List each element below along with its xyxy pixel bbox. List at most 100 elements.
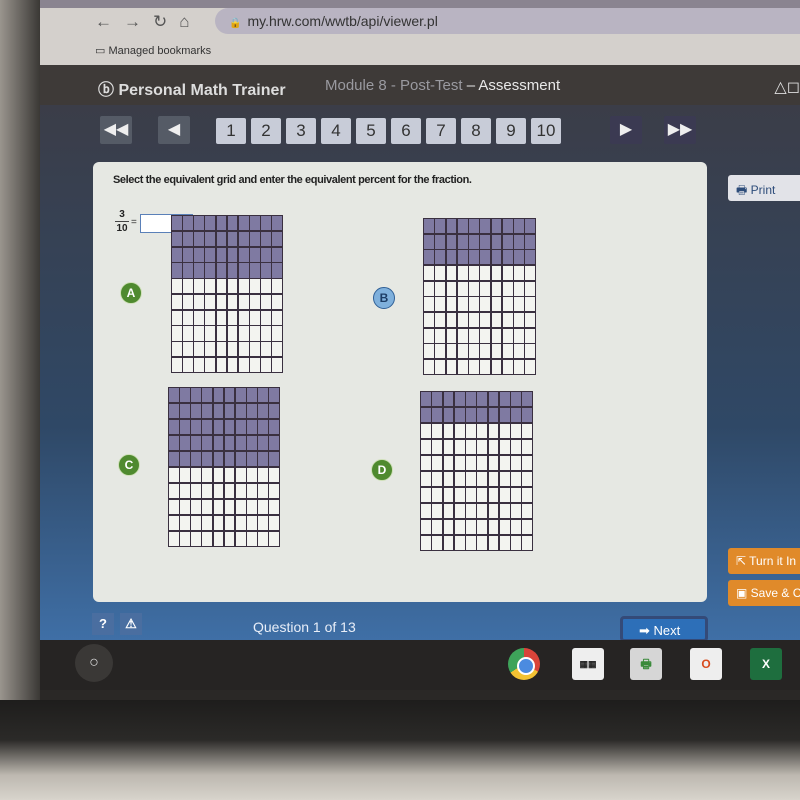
next-question-button[interactable]: ▶ <box>610 116 642 144</box>
grid-cell <box>169 388 179 403</box>
grid-option-b[interactable] <box>423 218 536 375</box>
address-bar[interactable]: 🔒 my.hrw.com/wwtb/api/viewer.pl <box>215 8 800 34</box>
page-button[interactable]: 1 <box>216 118 246 144</box>
grid-cell <box>514 328 524 343</box>
prev-question-button[interactable]: ◀ <box>158 116 190 144</box>
grid-cell <box>499 407 510 423</box>
grid-cell <box>194 263 204 278</box>
grid-cell <box>424 312 434 328</box>
grid-cell <box>488 392 499 407</box>
last-question-button[interactable]: ▶▶ <box>664 116 696 144</box>
grid-cell <box>522 439 532 455</box>
grid-cell <box>525 297 535 312</box>
grid-cell <box>502 359 513 374</box>
grid-cell <box>183 216 193 231</box>
question-prompt: Select the equivalent grid and enter the… <box>113 174 472 186</box>
grid-cell <box>205 216 216 231</box>
grid-cell <box>238 357 249 372</box>
page-button[interactable]: 5 <box>356 118 386 144</box>
grid-cell <box>421 487 431 503</box>
grid-cell <box>261 263 271 278</box>
next-button[interactable]: ➡ Next <box>620 616 708 642</box>
grid-cell <box>454 519 465 535</box>
grid-cell <box>272 310 282 325</box>
tab-strip <box>40 0 800 8</box>
device-bezel <box>0 0 40 800</box>
grid-cell <box>421 471 431 487</box>
page-button[interactable]: 10 <box>531 118 561 144</box>
page-button[interactable]: 2 <box>251 118 281 144</box>
grid-cell <box>491 359 502 374</box>
office-icon[interactable]: O <box>690 648 722 680</box>
brand-name: Personal Math Trainer <box>118 82 286 99</box>
forward-arrow-icon[interactable]: → <box>124 12 153 31</box>
grid-cell <box>525 281 535 296</box>
grid-cell <box>213 403 224 419</box>
page-button[interactable]: 3 <box>286 118 316 144</box>
grid-cell <box>261 279 271 294</box>
page-button[interactable]: 9 <box>496 118 526 144</box>
grid-cell <box>443 407 454 423</box>
grid-cell <box>477 535 487 550</box>
grid-cell <box>238 263 249 278</box>
grid-cell <box>446 219 457 234</box>
grid-cell <box>435 344 445 359</box>
grid-option-a[interactable] <box>171 215 283 373</box>
turn-in-label: Turn it In <box>749 554 797 568</box>
right-arrow-icon: ➡ <box>639 623 654 638</box>
grid-cell <box>261 216 271 231</box>
grid-cell <box>216 279 227 294</box>
option-b-radio[interactable]: B <box>373 287 395 309</box>
grid-cell <box>457 234 468 249</box>
option-d-radio[interactable]: D <box>371 459 393 481</box>
grid-cell <box>227 263 238 278</box>
launcher-button[interactable]: ○ <box>75 644 113 682</box>
turn-in-button[interactable]: ⇱ Turn it In <box>728 548 800 574</box>
grid-cell <box>511 487 521 503</box>
print-button[interactable]: 🖶 Print <box>728 175 800 201</box>
printer-app-icon[interactable]: 🖶 <box>630 648 662 680</box>
alert-icon[interactable]: ⚠ <box>120 613 142 635</box>
grid-cell <box>432 503 442 519</box>
grid-cell <box>183 294 193 309</box>
grid-cell <box>202 388 213 403</box>
qr-code-icon[interactable]: ▦▦ <box>572 648 604 680</box>
grid-cell <box>191 435 201 451</box>
chrome-icon[interactable] <box>508 648 540 680</box>
bookmarks-folder[interactable]: ▭ Managed bookmarks <box>95 44 211 57</box>
grid-cell <box>488 503 499 519</box>
grid-cell <box>227 231 238 246</box>
grid-cell <box>421 503 431 519</box>
grid-cell <box>250 231 260 246</box>
page-button[interactable]: 7 <box>426 118 456 144</box>
home-icon[interactable]: ⌂ <box>179 12 201 31</box>
grid-cell <box>454 535 465 550</box>
grid-cell <box>432 392 442 407</box>
grid-option-d[interactable] <box>420 391 533 551</box>
first-question-button[interactable]: ◀◀ <box>100 116 132 144</box>
grid-cell <box>443 487 454 503</box>
grid-cell <box>247 451 257 467</box>
page-button[interactable]: 4 <box>321 118 351 144</box>
grid-cell <box>258 419 268 435</box>
option-c-radio[interactable]: C <box>118 454 140 476</box>
grid-cell <box>261 231 271 246</box>
grid-cell <box>499 392 510 407</box>
grid-cell <box>258 403 268 419</box>
page-button[interactable]: 8 <box>461 118 491 144</box>
grid-cell <box>443 471 454 487</box>
grid-cell <box>180 515 190 531</box>
grid-cell <box>238 247 249 262</box>
page-button[interactable]: 6 <box>391 118 421 144</box>
option-a-radio[interactable]: A <box>120 282 142 304</box>
save-button[interactable]: ▣ Save & C <box>728 580 800 606</box>
back-arrow-icon[interactable]: ← <box>95 12 124 31</box>
grid-cell <box>205 263 216 278</box>
excel-icon[interactable]: X <box>750 648 782 680</box>
help-button[interactable]: ? <box>92 613 114 635</box>
grid-cell <box>180 451 190 467</box>
grid-option-c[interactable] <box>168 387 280 547</box>
grid-cell <box>172 326 182 341</box>
reload-icon[interactable]: ↻ <box>153 12 179 31</box>
grid-cell <box>180 467 190 483</box>
